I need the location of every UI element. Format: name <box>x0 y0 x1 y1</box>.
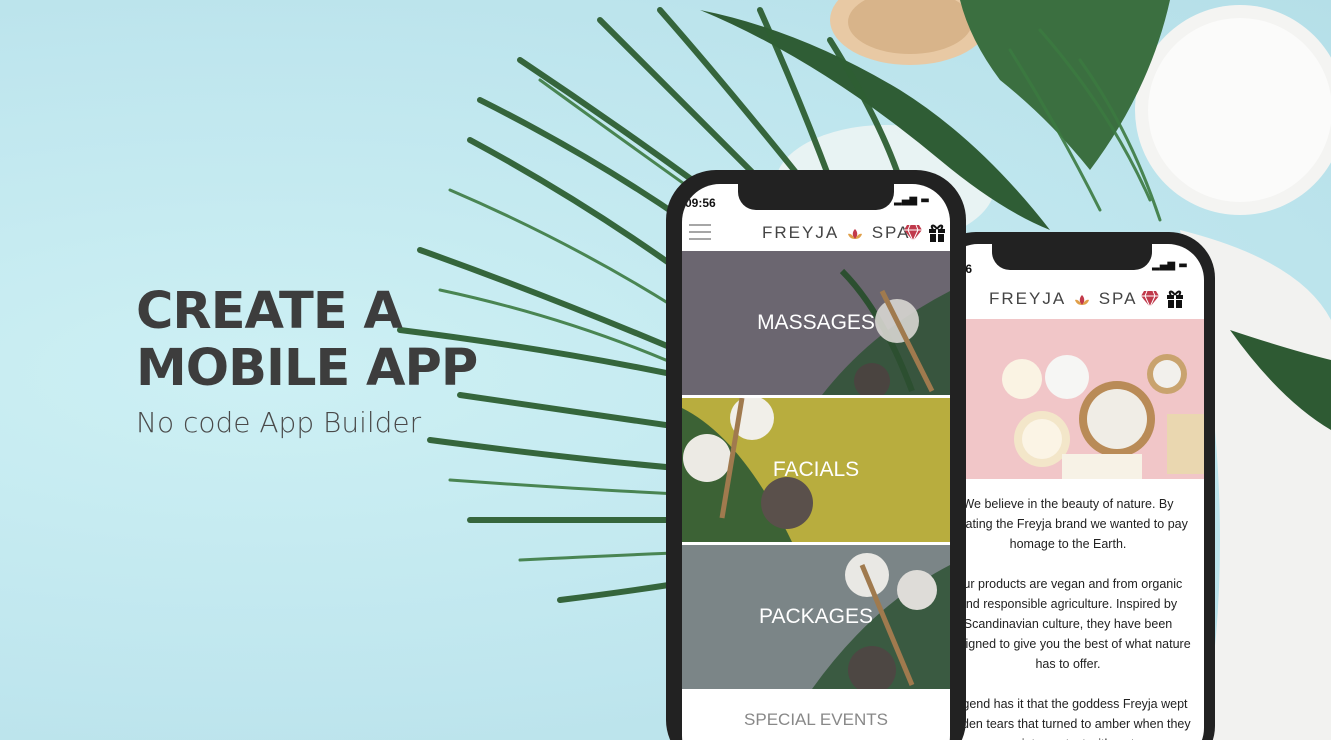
phone-front-brand: FREYJA SPA <box>762 223 910 243</box>
hero-text: CREATE A MOBILE APP No code App Builder <box>136 282 478 441</box>
about-paragraph-2: Our products are vegan and from organic … <box>945 577 1191 671</box>
brand-name-right: SPA <box>1098 289 1138 308</box>
category-tile-packages[interactable]: PACKAGES <box>682 545 950 689</box>
massages-label: MASSAGES <box>757 311 875 334</box>
phone-mockup-front: 09:56 ▂▄▆ ▬ FREYJA SPA MASSAGES FACIALS … <box>666 170 966 747</box>
facials-label: FACIALS <box>772 458 860 481</box>
lotus-logo-icon <box>1074 294 1089 305</box>
phone-front-notch <box>738 184 894 210</box>
category-tile-facials[interactable]: FACIALS <box>682 398 950 542</box>
spa-products-image <box>942 319 1204 479</box>
gift-icon[interactable] <box>928 223 946 243</box>
menu-icon[interactable] <box>689 224 711 240</box>
phone-mockup-back: 9:56 ▂▄▆ ▬ FREYJA SPA <box>930 232 1215 747</box>
diamond-icon[interactable] <box>1140 290 1160 308</box>
signal-icon: ▂▄▆ <box>894 195 918 206</box>
brand-name-left: FREYJA <box>762 223 839 242</box>
battery-icon: ▬ <box>1178 260 1188 271</box>
special-events-link[interactable]: SPECIAL EVENTS <box>682 710 950 730</box>
phone-back-status-icons: ▂▄▆ ▬ <box>1152 260 1188 271</box>
promo-banner: CREATE A MOBILE APP No code App Builder … <box>0 0 1331 747</box>
hero-title-line-2: MOBILE APP <box>136 339 478 398</box>
lotus-logo-icon <box>847 228 862 239</box>
hero-subtitle: No code App Builder <box>136 406 422 439</box>
phone-back-brand: FREYJA SPA <box>989 289 1137 309</box>
phone-back-notch <box>992 244 1152 270</box>
gift-icon[interactable] <box>1166 289 1184 309</box>
phone-front-screen: 09:56 ▂▄▆ ▬ FREYJA SPA MASSAGES FACIALS … <box>682 184 950 747</box>
phone-back-screen: 9:56 ▂▄▆ ▬ FREYJA SPA <box>942 244 1204 747</box>
about-paragraph-1: We believe in the beauty of nature. By c… <box>948 497 1188 551</box>
category-tile-massages[interactable]: MASSAGES <box>682 251 950 395</box>
brand-name-left: FREYJA <box>989 289 1066 308</box>
battery-icon: ▬ <box>920 195 930 206</box>
diamond-icon[interactable] <box>903 224 923 242</box>
bottom-border <box>0 740 1331 747</box>
packages-label: PACKAGES <box>759 605 873 628</box>
hero-title-line-1: CREATE A <box>136 282 403 341</box>
phone-front-status-icons: ▂▄▆ ▬ <box>894 195 930 206</box>
phone-front-time: 09:56 <box>685 196 716 210</box>
signal-icon: ▂▄▆ <box>1152 260 1176 271</box>
